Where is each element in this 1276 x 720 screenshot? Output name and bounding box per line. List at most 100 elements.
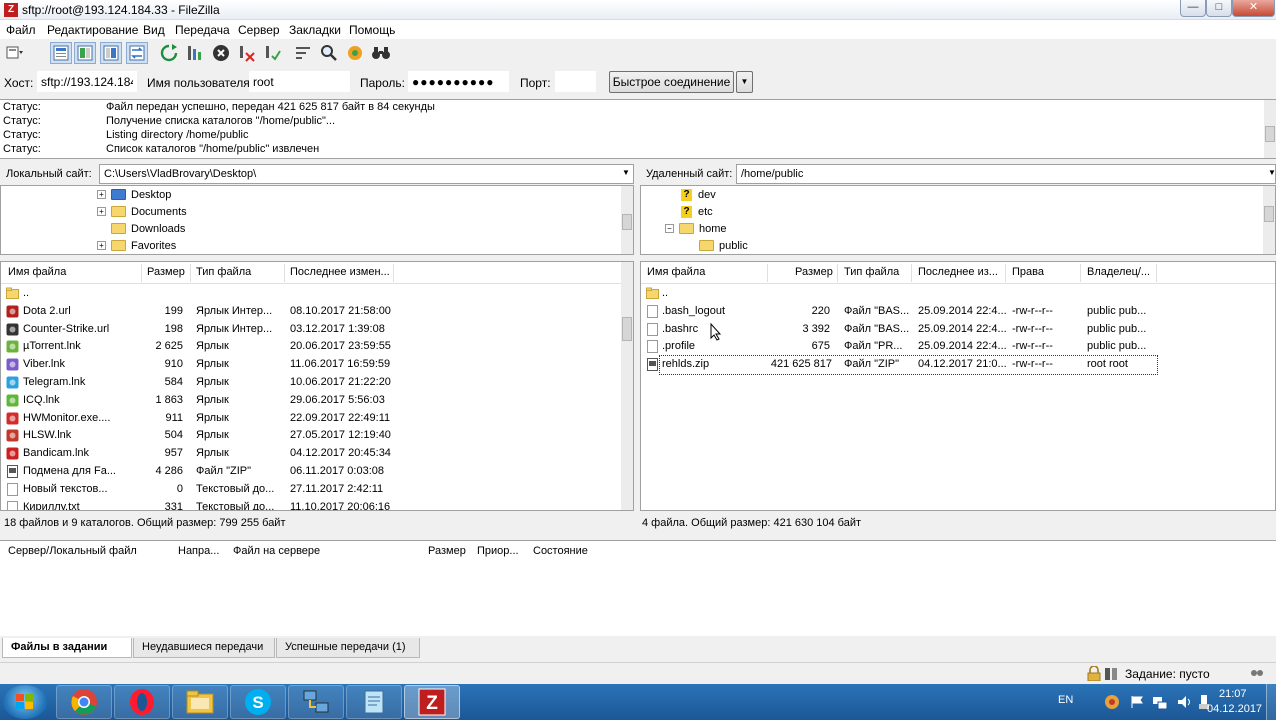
remote-tree-scroll-thumb[interactable] <box>1264 206 1274 222</box>
maximize-button[interactable]: □ <box>1206 0 1232 17</box>
local-file-row[interactable]: Counter-Strike.url 198 Ярлык Интер... 03.12… <box>1 321 633 339</box>
clock-date[interactable]: 04.12.2017 <box>1207 703 1262 715</box>
toggle-log-icon[interactable] <box>50 42 72 64</box>
local-file-row[interactable]: Dota 2.url 199 Ярлык Интер... 08.10.2017 21… <box>1 303 633 321</box>
taskbar-notepad[interactable] <box>346 685 402 719</box>
local-file-list-scroll-thumb[interactable] <box>622 317 632 341</box>
column-header-modified[interactable]: Последнее из... <box>918 266 998 278</box>
remote-file-row[interactable]: .bashrc 3 392 Файл "BAS... 25.09.2014 22:4.… <box>641 321 1275 339</box>
local-file-row[interactable]: Кириллу.txt 331 Текстовый до... 11.10.2017 … <box>1 499 633 510</box>
show-desktop-button[interactable] <box>1266 684 1276 720</box>
process-queue-icon[interactable] <box>184 42 206 64</box>
local-file-row[interactable]: Подмена для Fa... 4 286 Файл "ZIP" 06.11.20… <box>1 463 633 481</box>
host-input[interactable] <box>37 71 137 92</box>
menu-file[interactable]: Файл <box>6 23 36 37</box>
remote-file-row[interactable]: .bash_logout 220 Файл "BAS... 25.09.2014 22… <box>641 303 1275 321</box>
column-header-priority[interactable]: Приор... <box>477 545 519 557</box>
quickconnect-history-dropdown[interactable]: ▼ <box>736 71 753 93</box>
column-header-permissions[interactable]: Права <box>1012 266 1044 278</box>
local-file-row[interactable]: Bandicam.lnk 957 Ярлык 04.12.2017 20:45:34 <box>1 445 633 463</box>
column-header-owner[interactable]: Владелец/... <box>1087 266 1150 278</box>
menu-view[interactable]: Вид <box>143 23 165 37</box>
menu-edit[interactable]: Редактирование <box>47 23 138 37</box>
remote-path-input[interactable]: /home/public <box>736 164 1276 184</box>
tree-item[interactable]: + Documents <box>97 203 187 220</box>
column-header-size[interactable]: Размер <box>428 545 466 557</box>
start-button[interactable] <box>3 685 47 719</box>
taskbar-filezilla[interactable]: Z <box>404 685 460 719</box>
transfer-queue[interactable]: Сервер/Локальный файл Напра... Файл на с… <box>0 540 1276 636</box>
expand-icon[interactable]: + <box>97 207 106 216</box>
remote-file-row[interactable]: rehlds.zip 421 625 817 Файл "ZIP" 04.12.201… <box>647 355 1158 376</box>
column-header-size[interactable]: Размер <box>795 266 833 278</box>
tab-successful-transfers[interactable]: Успешные передачи (1) <box>276 638 420 658</box>
tab-queued-files[interactable]: Файлы в задании <box>2 638 132 658</box>
menu-help[interactable]: Помощь <box>349 23 395 37</box>
menu-transfer[interactable]: Передача <box>175 23 230 37</box>
toggle-remote-tree-icon[interactable] <box>100 42 122 64</box>
local-file-row[interactable]: ICQ.lnk 1 863 Ярлык 29.06.2017 5:56:03 <box>1 392 633 410</box>
cancel-operation-icon[interactable] <box>210 42 232 64</box>
local-file-row[interactable]: .. <box>1 285 633 303</box>
taskbar-network-app[interactable] <box>288 685 344 719</box>
local-file-row[interactable]: µTorrent.lnk 2 625 Ярлык 20.06.2017 23:59:5… <box>1 338 633 356</box>
tree-item[interactable]: Downloads <box>111 220 185 237</box>
tray-app-icon[interactable] <box>1104 694 1120 710</box>
taskbar-chrome[interactable] <box>56 685 112 719</box>
clock-time[interactable]: 21:07 <box>1219 688 1247 700</box>
message-log[interactable]: Статус: Файл передан успешно, передан 42… <box>0 99 1276 159</box>
log-scroll-thumb[interactable] <box>1265 126 1275 142</box>
volume-icon[interactable] <box>1176 694 1192 710</box>
column-header-filename[interactable]: Имя файла <box>647 266 705 278</box>
remote-directory-tree[interactable]: ? dev ? etc − home public <box>640 185 1276 255</box>
tree-item[interactable]: ? etc <box>681 203 713 220</box>
remote-file-list[interactable]: Имя файла Размер Тип файла Последнее из.… <box>640 261 1276 511</box>
local-file-row[interactable]: Viber.lnk 910 Ярлык 11.06.2017 16:59:59 <box>1 356 633 374</box>
action-center-flag-icon[interactable] <box>1130 695 1144 709</box>
expand-icon[interactable]: + <box>97 241 106 250</box>
tree-item[interactable]: − home <box>665 220 727 237</box>
password-input[interactable] <box>408 71 509 92</box>
tree-item[interactable]: public <box>699 237 748 254</box>
refresh-icon[interactable] <box>158 42 180 64</box>
close-button[interactable]: ✕ <box>1232 0 1275 17</box>
local-path-input[interactable]: C:\Users\VladBrovary\Desktop\ <box>99 164 634 184</box>
taskbar-explorer[interactable] <box>172 685 228 719</box>
language-indicator[interactable]: EN <box>1058 694 1073 706</box>
menu-bookmarks[interactable]: Закладки <box>289 23 341 37</box>
column-header-local-file[interactable]: Сервер/Локальный файл <box>8 545 137 557</box>
column-header-modified[interactable]: Последнее измен... <box>290 266 390 278</box>
tree-item[interactable]: + Favorites <box>97 237 176 254</box>
site-manager-icon[interactable] <box>4 42 26 64</box>
local-file-row[interactable]: Новый текстов... 0 Текстовый до... 27.11.20… <box>1 481 633 499</box>
network-icon[interactable] <box>1152 694 1168 710</box>
tab-failed-transfers[interactable]: Неудавшиеся передачи <box>133 638 275 658</box>
column-header-remote-file[interactable]: Файл на сервере <box>233 545 320 557</box>
binoculars-icon[interactable] <box>370 42 392 64</box>
disconnect-icon[interactable] <box>236 42 258 64</box>
local-directory-tree[interactable]: + Desktop + Documents Downloads + Favori… <box>0 185 634 255</box>
tree-item[interactable]: ? dev <box>681 186 716 203</box>
local-file-row[interactable]: HWMonitor.exe.... 911 Ярлык 22.09.2017 22:4… <box>1 410 633 428</box>
taskbar-skype[interactable]: S <box>230 685 286 719</box>
toggle-queue-icon[interactable] <box>126 42 148 64</box>
local-file-row[interactable]: HLSW.lnk 504 Ярлык 27.05.2017 12:19:40 <box>1 427 633 445</box>
column-header-state[interactable]: Состояние <box>533 545 588 557</box>
chevron-down-icon[interactable]: ▼ <box>1268 168 1276 177</box>
toggle-local-tree-icon[interactable] <box>74 42 96 64</box>
tree-item[interactable]: + Desktop <box>97 186 171 203</box>
local-file-row[interactable]: Telegram.lnk 584 Ярлык 10.06.2017 21:22:20 <box>1 374 633 392</box>
expand-icon[interactable]: + <box>97 190 106 199</box>
remote-file-row[interactable]: .profile 675 Файл "PR... 25.09.2014 22:4...… <box>641 338 1275 356</box>
reconnect-icon[interactable] <box>262 42 284 64</box>
collapse-icon[interactable]: − <box>665 224 674 233</box>
column-header-type[interactable]: Тип файла <box>844 266 899 278</box>
remote-tree-scrollbar[interactable] <box>1263 186 1275 254</box>
sync-browsing-icon[interactable] <box>344 42 366 64</box>
taskbar-opera[interactable] <box>114 685 170 719</box>
chevron-down-icon[interactable]: ▼ <box>622 168 630 177</box>
log-scrollbar[interactable] <box>1264 100 1276 158</box>
remote-file-row[interactable]: .. <box>641 285 1275 303</box>
search-icon[interactable] <box>318 42 340 64</box>
column-header-size[interactable]: Размер <box>147 266 185 278</box>
